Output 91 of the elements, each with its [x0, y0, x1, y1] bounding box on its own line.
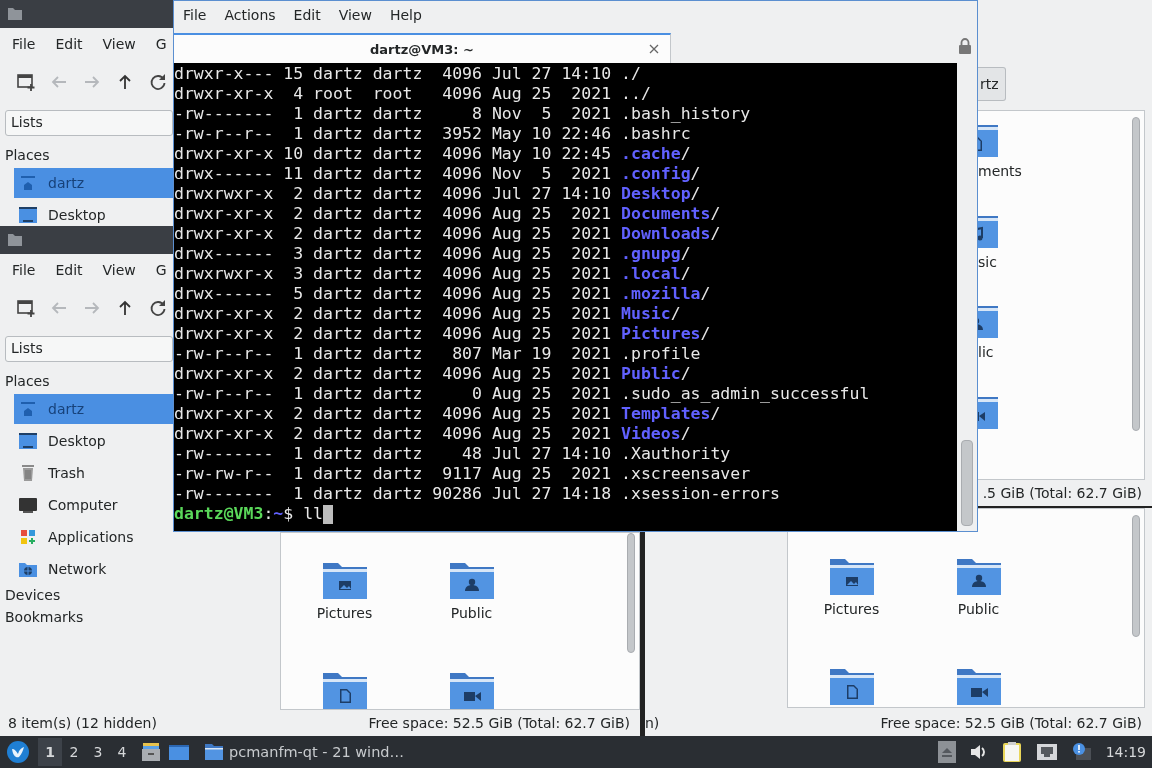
- terminal-line: drwxr-xr-x 2 dartz dartz 4096 Aug 25 2021 Music/: [174, 304, 682, 324]
- section-heading: Places: [4, 372, 51, 391]
- new-window-icon[interactable]: [16, 298, 36, 318]
- status-text: Free space: 52.5 GiB (Total: 62.7 GiB): [368, 715, 630, 731]
- terminal-line: -rw------- 1 dartz dartz 8 Nov 5 2021 .bash_history: [174, 104, 752, 124]
- command-prompt: dartz@VM3:~$ ll: [174, 504, 324, 524]
- terminal-line: drwxr-xr-x 2 dartz dartz 4096 Aug 25 2021 Public/: [174, 364, 692, 384]
- workspace-button[interactable]: 4: [110, 738, 134, 766]
- show-desktop-icon[interactable]: [168, 742, 190, 762]
- text-cursor: [323, 505, 334, 524]
- section-heading: Devices: [4, 586, 62, 605]
- terminal-line: -rw------- 1 dartz dartz 90286 Jul 27 14:18 .xsession-errors: [174, 484, 781, 504]
- menu-item[interactable]: View: [92, 36, 146, 52]
- menu-item[interactable]: View: [92, 262, 146, 278]
- file-name[interactable]: ments: [978, 163, 1022, 179]
- status-text: Free space: 52.5 GiB (Total: 62.7 GiB): [880, 715, 1142, 731]
- workspace-button[interactable]: 2: [62, 738, 86, 766]
- network-icon[interactable]: [1035, 742, 1058, 762]
- home-icon: [18, 399, 38, 419]
- place-item[interactable]: Desktop: [14, 200, 173, 226]
- terminal-line: drwxr-xr-x 2 dartz dartz 4096 Aug 25 2021 Downloads/: [174, 224, 722, 244]
- applications-icon: [18, 527, 38, 547]
- section-heading: Places: [4, 146, 51, 165]
- menu-item[interactable]: File: [2, 262, 46, 278]
- menu-item[interactable]: Help: [380, 7, 431, 23]
- terminal-line: drwxr-xr-x 2 dartz dartz 4096 Aug 25 2021 Documents/: [174, 204, 722, 224]
- terminal-line: drwx------ 3 dartz dartz 4096 Aug 25 2021 .gnupg/: [174, 244, 692, 264]
- place-item[interactable]: Network: [14, 554, 173, 584]
- eject-icon[interactable]: [937, 741, 956, 763]
- speaker-icon[interactable]: [969, 743, 988, 761]
- menu-item[interactable]: View: [329, 7, 381, 23]
- file-name[interactable]: Pictures: [823, 601, 880, 617]
- reload-icon[interactable]: [148, 72, 168, 92]
- clock[interactable]: 14:19: [1105, 744, 1146, 760]
- terminal-line: drwxr-xr-x 2 dartz dartz 4096 Aug 25 2021 Videos/: [174, 424, 692, 444]
- clipboard-icon[interactable]: [1001, 741, 1022, 763]
- notification-icon[interactable]: [1071, 742, 1092, 762]
- terminal-line: -rw-rw-r-- 1 dartz dartz 9117 Aug 25 2021 .xscreensaver: [174, 464, 752, 484]
- close-icon[interactable]: [648, 43, 660, 55]
- folder-icon: [7, 232, 23, 248]
- file-name[interactable]: sic: [978, 253, 997, 270]
- status-text: n): [645, 715, 660, 731]
- drawer-icon[interactable]: [140, 741, 162, 763]
- file-name[interactable]: Public: [450, 605, 493, 621]
- place-item[interactable]: Trash: [14, 458, 173, 488]
- place-item[interactable]: Applications: [14, 522, 173, 552]
- menu-item[interactable]: Actions: [215, 7, 285, 23]
- side-pane-selector[interactable]: Lists: [5, 336, 173, 362]
- place-item[interactable]: Desktop: [14, 426, 173, 456]
- lock-icon[interactable]: [958, 37, 972, 55]
- terminal-line: drwx------ 5 dartz dartz 4096 Aug 25 2021 .mozilla/: [174, 284, 712, 304]
- terminal-line: drwxrwxr-x 2 dartz dartz 4096 Jul 27 14:10 Desktop/: [174, 184, 702, 204]
- terminal-line: -rw------- 1 dartz dartz 48 Jul 27 14:10 .Xauthority: [174, 444, 732, 464]
- terminal-line: drwxrwxr-x 3 dartz dartz 4096 Aug 25 2021 .local/: [174, 264, 692, 284]
- folder-icon: [7, 6, 23, 22]
- file-name[interactable]: Pictures: [316, 605, 373, 621]
- menu-item[interactable]: Edit: [45, 262, 93, 278]
- folder-icon: [204, 743, 224, 761]
- file-name[interactable]: Public: [957, 601, 1000, 617]
- menu-item[interactable]: G: [145, 36, 173, 52]
- side-pane-selector[interactable]: Lists: [5, 110, 173, 136]
- terminal-line: drwxr-x--- 15 dartz dartz 4096 Jul 27 14:10 ./: [174, 64, 642, 84]
- terminal-line: -rw-r--r-- 1 dartz dartz 0 Aug 25 2021 .sudo_as_admin_successful: [174, 384, 871, 404]
- new-window-icon[interactable]: [16, 72, 36, 92]
- home-icon: [18, 173, 38, 193]
- file-name[interactable]: lic: [978, 344, 994, 360]
- terminal-line: drwxr-xr-x 2 dartz dartz 4096 Aug 25 2021 Templates/: [174, 404, 722, 424]
- computer-icon: [18, 495, 38, 515]
- task-button[interactable]: pcmanfm-qt - 21 wind…: [200, 738, 409, 766]
- terminal-line: -rw-r--r-- 1 dartz dartz 807 Mar 19 2021 .profile: [174, 344, 702, 364]
- menu-item[interactable]: File: [2, 36, 46, 52]
- menu-item[interactable]: Edit: [284, 7, 330, 23]
- place-item[interactable]: Computer: [14, 490, 173, 520]
- workspace-button[interactable]: 3: [86, 738, 110, 766]
- terminal-line: drwxr-xr-x 10 dartz dartz 4096 May 10 22:45 .cache/: [174, 144, 692, 164]
- start-menu-icon[interactable]: [6, 740, 30, 764]
- status-text: .5 GiB (Total: 62.7 GiB): [982, 485, 1142, 501]
- reload-icon[interactable]: [148, 298, 168, 318]
- menu-item[interactable]: Edit: [45, 36, 93, 52]
- terminal-tab[interactable]: dartz@VM3: ~: [174, 33, 671, 63]
- terminal-line: drwxr-xr-x 4 root root 4096 Aug 25 2021 ../: [174, 84, 652, 104]
- section-heading: Bookmarks: [4, 608, 85, 627]
- menu-item[interactable]: File: [174, 7, 216, 23]
- desktop-icon: [18, 431, 38, 451]
- terminal-line: drwx------ 11 dartz dartz 4096 Nov 5 2021 .config/: [174, 164, 702, 184]
- workspace-button[interactable]: 1: [38, 738, 62, 766]
- terminal-line: -rw-r--r-- 1 dartz dartz 3952 May 10 22:46 .bashrc: [174, 124, 692, 144]
- desktop-icon: [18, 205, 38, 225]
- path-button[interactable]: rtz: [978, 67, 1006, 101]
- terminal-line: drwxr-xr-x 2 dartz dartz 4096 Aug 25 2021 Pictures/: [174, 324, 712, 344]
- status-text: 8 item(s) (12 hidden): [8, 715, 157, 731]
